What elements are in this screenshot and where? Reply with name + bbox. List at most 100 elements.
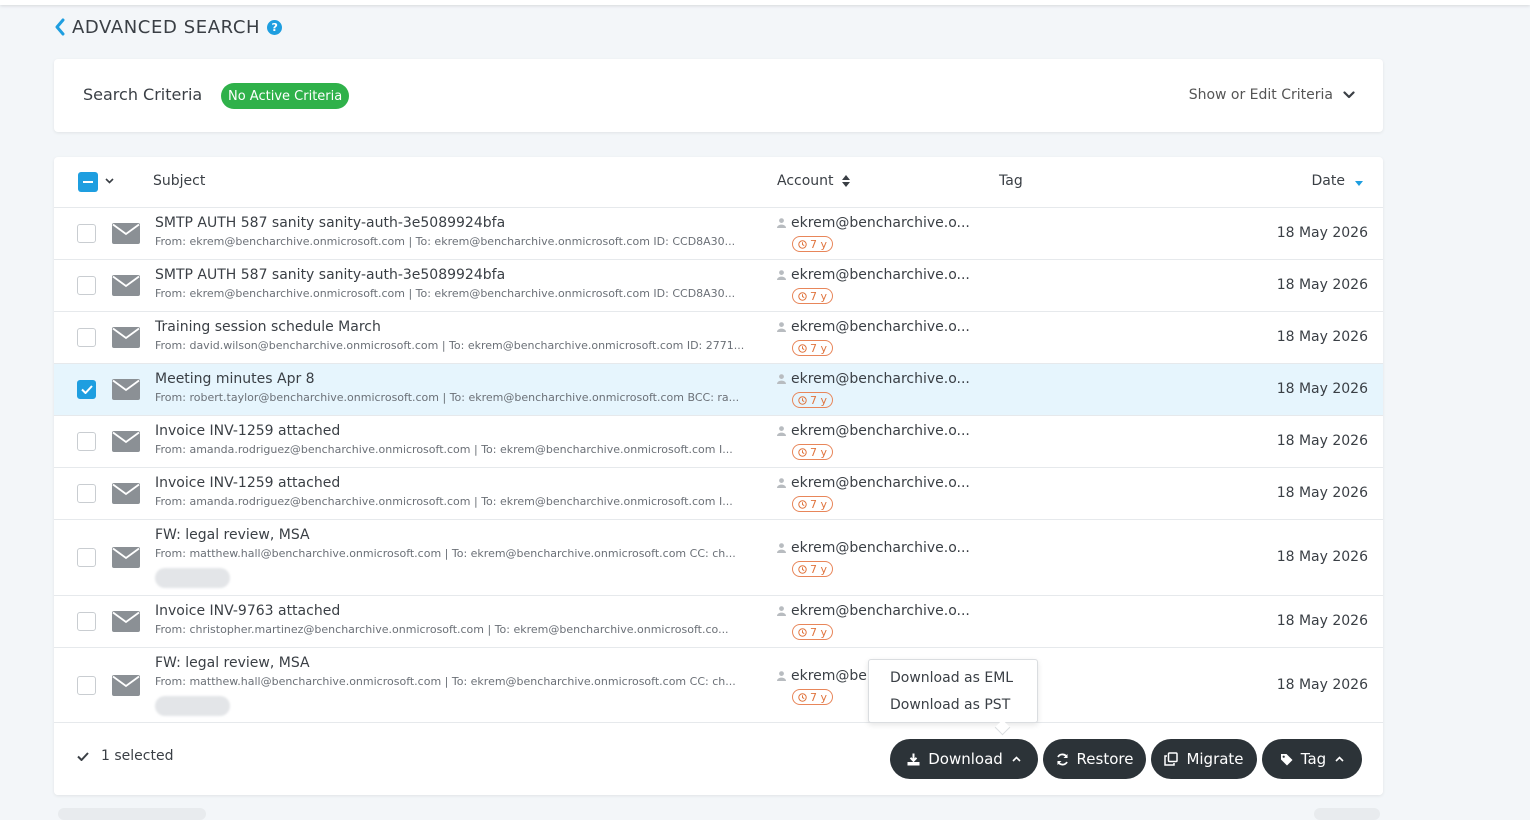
- user-icon: [777, 426, 786, 436]
- email-subject[interactable]: Meeting minutes Apr 8: [155, 371, 315, 387]
- table-row[interactable]: Training session schedule March From: da…: [54, 312, 1383, 364]
- restore-button[interactable]: Restore: [1043, 739, 1146, 779]
- page-header: ADVANCED SEARCH ?: [54, 14, 283, 40]
- email-subject[interactable]: Invoice INV-9763 attached: [155, 603, 340, 619]
- copy-icon: [1164, 752, 1179, 766]
- column-header-account[interactable]: Account: [777, 173, 850, 189]
- clock-icon: [798, 447, 807, 457]
- clock-icon: [798, 499, 807, 509]
- account-header-label: Account: [777, 173, 834, 189]
- account-cell: ekrem@bencharchive.o...: [777, 540, 970, 556]
- results-table: Subject Account Tag Date SMTP AUTH 587 s…: [54, 157, 1383, 795]
- row-checkbox[interactable]: [77, 612, 96, 631]
- email-subject[interactable]: Invoice INV-1259 attached: [155, 423, 340, 439]
- retention-badge: 7 y: [792, 496, 834, 512]
- clock-icon: [798, 692, 807, 702]
- email-meta: From: amanda.rodriguez@bencharchive.onmi…: [155, 495, 733, 508]
- user-icon: [777, 322, 786, 332]
- selection-count: 1 selected: [77, 748, 173, 764]
- retention-label: 7 y: [810, 445, 828, 459]
- user-icon: [777, 606, 786, 616]
- migrate-button-label: Migrate: [1186, 750, 1244, 768]
- show-edit-criteria-toggle[interactable]: Show or Edit Criteria: [1189, 87, 1355, 103]
- chevron-left-icon[interactable]: [54, 18, 66, 36]
- tag-header-label: Tag: [999, 173, 1023, 189]
- table-row[interactable]: Invoice INV-1259 attached From: amanda.r…: [54, 468, 1383, 520]
- row-checkbox[interactable]: [77, 380, 96, 399]
- chevron-up-icon: [1012, 756, 1021, 762]
- chevron-up-icon: [1335, 756, 1344, 762]
- envelope-icon: [112, 483, 140, 504]
- retention-badge: 7 y: [792, 689, 834, 705]
- row-checkbox[interactable]: [77, 276, 96, 295]
- envelope-icon: [112, 379, 140, 400]
- table-row[interactable]: FW: legal review, MSA From: matthew.hall…: [54, 648, 1383, 724]
- row-checkbox[interactable]: [77, 484, 96, 503]
- search-criteria-panel: Search Criteria No Active Criteria Show …: [54, 59, 1383, 132]
- account-cell: ekrem@bencharchive.o...: [777, 267, 970, 283]
- account-email: ekrem@bencharchive.o...: [791, 423, 970, 439]
- column-header-date[interactable]: Date: [1312, 173, 1363, 189]
- bottom-ghost-left: [58, 808, 206, 820]
- account-email: ekrem@bencharchive.o...: [791, 267, 970, 283]
- user-icon: [777, 543, 786, 553]
- email-date: 18 May 2026: [1276, 613, 1368, 629]
- email-subject[interactable]: SMTP AUTH 587 sanity sanity-auth-3e50899…: [155, 215, 505, 231]
- retention-label: 7 y: [810, 562, 828, 576]
- envelope-icon: [112, 275, 140, 296]
- email-subject[interactable]: SMTP AUTH 587 sanity sanity-auth-3e50899…: [155, 267, 505, 283]
- bottom-ghost-right: [1314, 808, 1380, 820]
- email-meta: From: ekrem@bencharchive.onmicrosoft.com…: [155, 235, 736, 248]
- download-button-label: Download: [928, 750, 1003, 768]
- email-subject[interactable]: Invoice INV-1259 attached: [155, 475, 340, 491]
- tag-button[interactable]: Tag: [1262, 739, 1362, 779]
- retention-label: 7 y: [810, 341, 828, 355]
- criteria-title: Search Criteria: [83, 85, 203, 104]
- migrate-button[interactable]: Migrate: [1151, 739, 1257, 779]
- retention-badge: 7 y: [792, 236, 834, 252]
- table-row[interactable]: FW: legal review, MSA From: matthew.hall…: [54, 520, 1383, 596]
- row-checkbox[interactable]: [77, 432, 96, 451]
- sort-descending-icon: [1355, 181, 1363, 186]
- row-checkbox[interactable]: [77, 676, 96, 695]
- select-menu-chevron-icon[interactable]: [105, 178, 114, 184]
- user-icon: [777, 671, 786, 681]
- subject-header-label: Subject: [153, 173, 206, 189]
- retention-label: 7 y: [810, 237, 828, 251]
- email-meta: From: christopher.martinez@bencharchive.…: [155, 623, 729, 636]
- email-subject[interactable]: FW: legal review, MSA: [155, 655, 310, 671]
- account-cell: ekrem@bencharchive.o...: [777, 319, 970, 335]
- download-menu: Download as EML Download as PST: [868, 659, 1038, 723]
- row-checkbox[interactable]: [77, 224, 96, 243]
- user-icon: [777, 374, 786, 384]
- envelope-icon: [112, 547, 140, 568]
- table-row[interactable]: SMTP AUTH 587 sanity sanity-auth-3e50899…: [54, 208, 1383, 260]
- table-row[interactable]: Invoice INV-1259 attached From: amanda.r…: [54, 416, 1383, 468]
- envelope-icon: [112, 611, 140, 632]
- table-row[interactable]: SMTP AUTH 587 sanity sanity-auth-3e50899…: [54, 260, 1383, 312]
- clock-icon: [798, 343, 807, 353]
- tag-button-label: Tag: [1300, 750, 1327, 768]
- account-email: ekrem@bencharchive.o...: [791, 540, 970, 556]
- envelope-icon: [112, 223, 140, 244]
- table-row[interactable]: Meeting minutes Apr 8 From: robert.taylo…: [54, 364, 1383, 416]
- download-eml-option[interactable]: Download as EML: [890, 670, 1013, 686]
- table-row[interactable]: Invoice INV-9763 attached From: christop…: [54, 596, 1383, 648]
- account-email: ekrem@bencharchive.o...: [791, 603, 970, 619]
- retention-badge: 7 y: [792, 392, 834, 408]
- row-checkbox[interactable]: [77, 548, 96, 567]
- download-pst-option[interactable]: Download as PST: [890, 697, 1010, 713]
- account-email: ekrem@bencharchive.o...: [791, 475, 970, 491]
- date-header-label: Date: [1311, 173, 1345, 189]
- row-checkbox[interactable]: [77, 328, 96, 347]
- email-subject[interactable]: Training session schedule March: [155, 319, 381, 335]
- tag-icon: [1280, 753, 1293, 765]
- column-header-subject: Subject: [153, 173, 205, 189]
- download-button[interactable]: Download: [890, 739, 1038, 779]
- email-subject[interactable]: FW: legal review, MSA: [155, 527, 310, 543]
- chevron-down-icon: [1343, 91, 1355, 99]
- select-all-checkbox[interactable]: [78, 172, 98, 192]
- retention-badge: 7 y: [792, 624, 834, 640]
- email-meta: From: matthew.hall@bencharchive.onmicros…: [155, 675, 736, 688]
- help-icon[interactable]: ?: [267, 19, 283, 35]
